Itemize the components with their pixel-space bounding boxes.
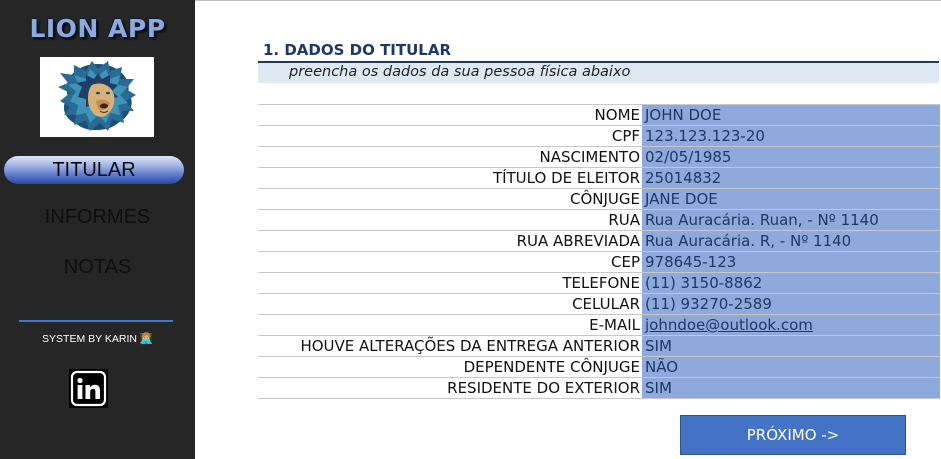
field-label-nome: NOME xyxy=(258,104,642,126)
nav-item-titular[interactable]: TITULAR xyxy=(4,156,184,184)
field-value-celular[interactable]: (11) 93270-2589 xyxy=(642,293,940,315)
field-label-celular: CELULAR xyxy=(258,293,642,315)
table-row: CÔNJUGE JANE DOE xyxy=(258,188,940,210)
field-label-houve-alteracoes: HOUVE ALTERAÇÕES DA ENTREGA ANTERIOR xyxy=(258,335,642,357)
field-value-titulo-eleitor[interactable]: 25014832 xyxy=(642,167,940,189)
field-label-rua: RUA xyxy=(258,209,642,231)
field-value-conjuge[interactable]: JANE DOE xyxy=(642,188,940,210)
field-label-dependente-conjuge: DEPENDENTE CÔNJUGE xyxy=(258,356,642,378)
sidebar-divider xyxy=(19,320,173,322)
field-label-cpf: CPF xyxy=(258,125,642,147)
field-value-cep[interactable]: 978645-123 xyxy=(642,251,940,273)
lion-logo xyxy=(40,57,154,137)
linkedin-icon[interactable] xyxy=(69,369,108,408)
table-row: RESIDENTE DO EXTERIOR SIM xyxy=(258,377,940,399)
field-label-telefone: TELEFONE xyxy=(258,272,642,294)
app-title: LION APP xyxy=(29,14,166,43)
table-row: RUA Rua Auracária. Ruan, - Nº 1140 xyxy=(258,209,940,231)
table-row: CPF 123.123.123-20 xyxy=(258,125,940,147)
titular-data-table: NOME JOHN DOE CPF 123.123.123-20 NASCIME… xyxy=(258,104,940,399)
field-value-cpf[interactable]: 123.123.123-20 xyxy=(642,125,940,147)
field-value-rua[interactable]: Rua Auracária. Ruan, - Nº 1140 xyxy=(642,209,940,231)
table-row: RUA ABREVIADA Rua Auracária. R, - Nº 114… xyxy=(258,230,940,252)
nav-item-informes[interactable]: INFORMES xyxy=(0,206,195,229)
table-row: NASCIMENTO 02/05/1985 xyxy=(258,146,940,168)
field-value-dependente-conjuge[interactable]: NÃO xyxy=(642,356,940,378)
section-subtitle-band: preencha os dados da sua pessoa física a… xyxy=(258,63,939,83)
table-row: E-MAIL johndoe@outlook.com xyxy=(258,314,940,336)
content-top-border xyxy=(195,0,941,1)
field-label-residente-exterior: RESIDENTE DO EXTERIOR xyxy=(258,377,642,399)
field-value-houve-alteracoes[interactable]: SIM xyxy=(642,335,940,357)
field-label-cep: CEP xyxy=(258,251,642,273)
sidebar: LION APP TITULAR INFORMES NOTAS SYSTEM B… xyxy=(0,0,195,459)
email-link[interactable]: johndoe@outlook.com xyxy=(645,316,813,334)
field-value-nascimento[interactable]: 02/05/1985 xyxy=(642,146,940,168)
table-row: CELULAR (11) 93270-2589 xyxy=(258,293,940,315)
field-label-rua-abreviada: RUA ABREVIADA xyxy=(258,230,642,252)
section-subtitle: preencha os dados da sua pessoa física a… xyxy=(289,64,631,80)
field-label-conjuge: CÔNJUGE xyxy=(258,188,642,210)
table-row: NOME JOHN DOE xyxy=(258,104,940,126)
field-label-nascimento: NASCIMENTO xyxy=(258,146,642,168)
next-button[interactable]: PRÓXIMO -> xyxy=(680,415,906,455)
nav-item-notas[interactable]: NOTAS xyxy=(0,256,195,279)
field-label-titulo-eleitor: TÍTULO DE ELEITOR xyxy=(258,167,642,189)
table-row: HOUVE ALTERAÇÕES DA ENTREGA ANTERIOR SIM xyxy=(258,335,940,357)
field-value-email[interactable]: johndoe@outlook.com xyxy=(642,314,940,336)
field-value-telefone[interactable]: (11) 3150-8862 xyxy=(642,272,940,294)
table-row: TÍTULO DE ELEITOR 25014832 xyxy=(258,167,940,189)
table-row: TELEFONE (11) 3150-8862 xyxy=(258,272,940,294)
table-row: DEPENDENTE CÔNJUGE NÃO xyxy=(258,356,940,378)
field-value-residente-exterior[interactable]: SIM xyxy=(642,377,940,399)
section-title: 1. DADOS DO TITULAR xyxy=(263,41,452,59)
field-value-nome[interactable]: JOHN DOE xyxy=(642,104,940,126)
lion-head-logo-icon xyxy=(58,61,136,131)
credit-text: SYSTEM BY KARIN 👩🏼‍💻 xyxy=(42,333,153,345)
table-row: CEP 978645-123 xyxy=(258,251,940,273)
field-value-rua-abreviada[interactable]: Rua Auracária. R, - Nº 1140 xyxy=(642,230,940,252)
field-label-email: E-MAIL xyxy=(258,314,642,336)
